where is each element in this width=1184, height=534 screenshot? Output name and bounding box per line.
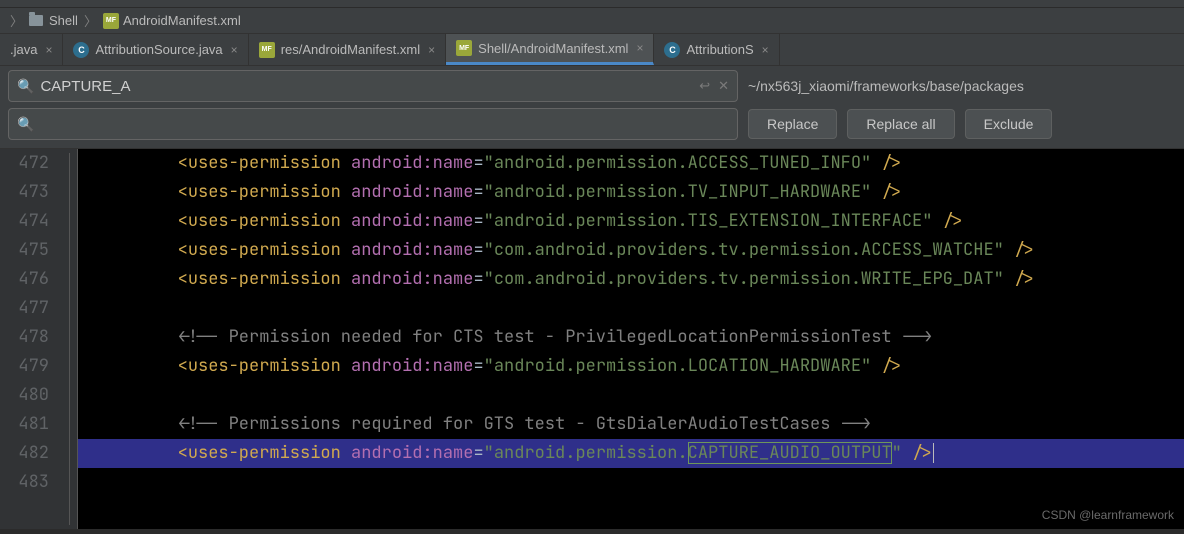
close-icon[interactable]: × xyxy=(231,43,238,57)
line-number: 482 xyxy=(0,439,49,468)
code-line[interactable] xyxy=(96,294,1184,323)
editor-tab[interactable]: Shell/AndroidManifest.xml × xyxy=(446,34,654,65)
search-icon: 🔍 xyxy=(17,78,34,95)
exclude-button[interactable]: Exclude xyxy=(965,109,1053,139)
code-line[interactable]: <uses-permission android:name="android.p… xyxy=(96,352,1184,381)
line-number: 477 xyxy=(0,294,49,323)
line-number: 473 xyxy=(0,178,49,207)
find-input-wrapper: 🔍 ↩ ✕ xyxy=(8,70,738,102)
line-number: 474 xyxy=(0,207,49,236)
chevron-right-icon: 〉 xyxy=(10,11,23,30)
code-line[interactable]: <uses-permission android:name="com.andro… xyxy=(96,265,1184,294)
line-number: 483 xyxy=(0,468,49,497)
code-line[interactable]: <!-- Permissions required for GTS test -… xyxy=(96,410,1184,439)
close-icon[interactable]: × xyxy=(45,43,52,57)
editor-tab[interactable]: AttributionS × xyxy=(654,34,779,65)
editor-tab[interactable]: AttributionSource.java × xyxy=(63,34,248,65)
manifest-icon xyxy=(259,42,275,58)
replace-button[interactable]: Replace xyxy=(748,109,837,139)
regex-history-icon[interactable]: ↩ xyxy=(699,78,710,94)
line-number: 472 xyxy=(0,149,49,178)
search-icon: 🔍 xyxy=(17,116,34,133)
editor-tab[interactable]: .java × xyxy=(0,34,63,65)
tab-label: AttributionS xyxy=(686,42,753,57)
replace-input-wrapper: 🔍 xyxy=(8,108,738,140)
caret xyxy=(933,443,934,463)
line-number: 476 xyxy=(0,265,49,294)
editor-tab-bar: .java×AttributionSource.java×res/Android… xyxy=(0,34,1184,66)
replace-input[interactable] xyxy=(40,116,729,133)
code-line[interactable] xyxy=(96,468,1184,497)
code-line[interactable]: <!-- Permission needed for CTS test - Pr… xyxy=(96,323,1184,352)
code-line[interactable] xyxy=(96,381,1184,410)
class-icon xyxy=(73,42,89,58)
replace-all-button[interactable]: Replace all xyxy=(847,109,954,139)
breadcrumb-file[interactable]: AndroidManifest.xml xyxy=(103,13,241,29)
breadcrumb-folder[interactable]: Shell xyxy=(29,13,78,28)
line-number: 479 xyxy=(0,352,49,381)
toolbar-strip xyxy=(0,0,1184,8)
manifest-icon xyxy=(456,40,472,56)
watermark: CSDN @learnframework xyxy=(1042,501,1174,529)
close-icon[interactable]: × xyxy=(762,43,769,57)
chevron-right-icon: 〉 xyxy=(84,11,97,30)
breadcrumb-file-label: AndroidManifest.xml xyxy=(123,13,241,28)
line-number: 478 xyxy=(0,323,49,352)
search-scope-path: ~/nx563j_xiaomi/frameworks/base/packages xyxy=(748,78,1024,94)
code-line[interactable]: <uses-permission android:name="android.p… xyxy=(96,149,1184,178)
line-number-gutter: 472473474475476477478479480481482483 xyxy=(0,149,60,529)
tab-label: AttributionSource.java xyxy=(95,42,222,57)
class-icon xyxy=(664,42,680,58)
close-icon[interactable]: ✕ xyxy=(718,78,729,94)
breadcrumb-folder-label: Shell xyxy=(49,13,78,28)
line-number: 475 xyxy=(0,236,49,265)
find-replace-panel: 🔍 ↩ ✕ ~/nx563j_xiaomi/frameworks/base/pa… xyxy=(0,66,1184,149)
fold-column xyxy=(60,149,78,529)
folder-icon xyxy=(29,15,43,26)
find-input[interactable] xyxy=(40,78,691,95)
line-number: 481 xyxy=(0,410,49,439)
code-content[interactable]: <uses-permission android:name="android.p… xyxy=(78,149,1184,529)
tab-label: res/AndroidManifest.xml xyxy=(281,42,420,57)
tab-label: Shell/AndroidManifest.xml xyxy=(478,41,628,56)
close-icon[interactable]: × xyxy=(428,43,435,57)
breadcrumb: 〉 Shell 〉 AndroidManifest.xml xyxy=(0,8,1184,34)
code-line[interactable]: <uses-permission android:name="android.p… xyxy=(96,178,1184,207)
editor-tab[interactable]: res/AndroidManifest.xml × xyxy=(249,34,446,65)
code-line[interactable]: <uses-permission android:name="android.p… xyxy=(96,207,1184,236)
line-number: 480 xyxy=(0,381,49,410)
code-editor[interactable]: 472473474475476477478479480481482483 <us… xyxy=(0,149,1184,529)
tab-label: .java xyxy=(10,42,37,57)
code-line[interactable]: <uses-permission android:name="com.andro… xyxy=(96,236,1184,265)
manifest-icon xyxy=(103,13,119,29)
close-icon[interactable]: × xyxy=(636,41,643,55)
code-line[interactable]: <uses-permission android:name="android.p… xyxy=(78,439,1184,468)
